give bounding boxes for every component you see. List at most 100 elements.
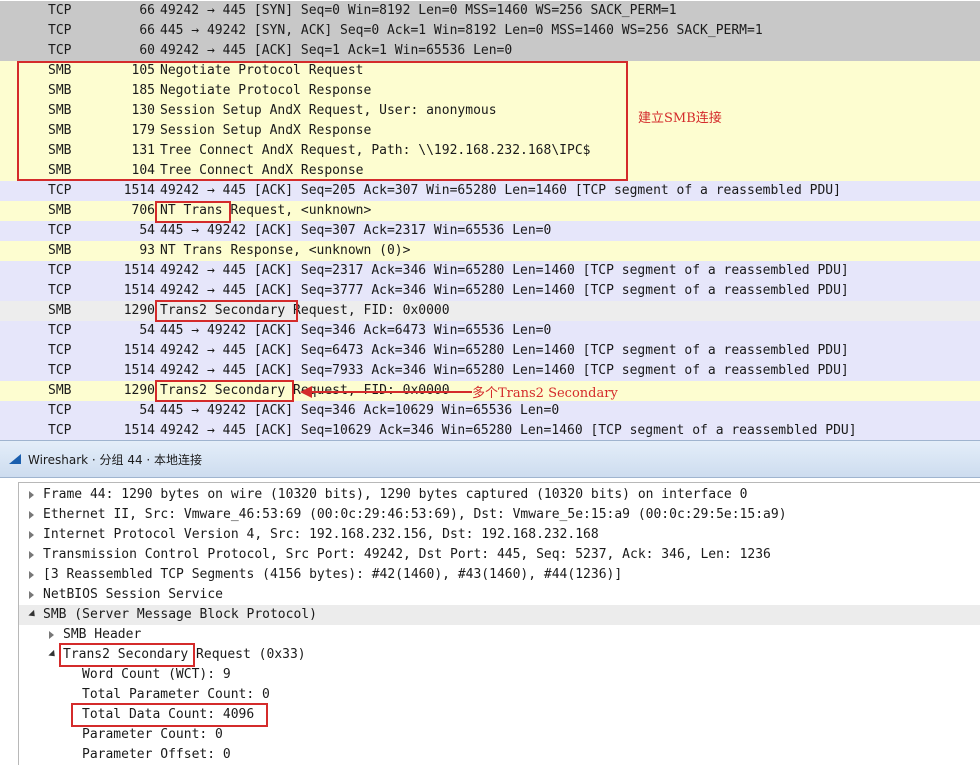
packet-info: 49242 → 445 [ACK] Seq=6473 Ack=346 Win=6… bbox=[160, 343, 849, 358]
detail-tree-label: Frame 44: 1290 bytes on wire (10320 bits… bbox=[43, 487, 748, 502]
detail-tree-label: [3 Reassembled TCP Segments (4156 bytes)… bbox=[43, 567, 623, 582]
packet-row[interactable]: TCP 1514 49242 → 445 [ACK] Seq=205 Ack=307… bbox=[0, 181, 980, 201]
collapsed-triangle-icon[interactable] bbox=[29, 551, 34, 559]
packet-row[interactable]: SMB 179 Session Setup AndX Response bbox=[0, 121, 980, 141]
packet-list: TCP 66 49242 → 445 [SYN] Seq=0 Win=8192 Le… bbox=[0, 0, 980, 440]
detail-window-titlebar: Wireshark · 分组 44 · 本地连接 bbox=[0, 440, 980, 478]
packet-protocol: TCP bbox=[48, 403, 72, 418]
packet-protocol: SMB bbox=[48, 123, 72, 138]
packet-row[interactable]: SMB 105 Negotiate Protocol Request bbox=[0, 61, 980, 81]
expanded-triangle-icon[interactable] bbox=[48, 649, 58, 660]
packet-info: Tree Connect AndX Request, Path: \\192.1… bbox=[160, 143, 591, 158]
packet-protocol: TCP bbox=[48, 363, 72, 378]
packet-info: 49242 → 445 [ACK] Seq=205 Ack=307 Win=65… bbox=[160, 183, 841, 198]
packet-protocol: TCP bbox=[48, 43, 72, 58]
packet-info: Session Setup AndX Response bbox=[160, 123, 372, 138]
window-title: Wireshark · 分组 44 · 本地连接 bbox=[28, 453, 203, 467]
detail-tree-label: Total Parameter Count: 0 bbox=[82, 687, 270, 702]
packet-info: NT Trans Request, <unknown> bbox=[160, 203, 372, 218]
packet-row[interactable]: TCP 54 445 → 49242 [ACK] Seq=307 Ack=2317 … bbox=[0, 221, 980, 241]
packet-info: Negotiate Protocol Request bbox=[160, 63, 364, 78]
packet-row[interactable]: TCP 1514 49242 → 445 [ACK] Seq=7933 Ack=34… bbox=[0, 361, 980, 381]
packet-protocol: TCP bbox=[48, 323, 72, 338]
packet-length: 130 bbox=[131, 103, 155, 118]
packet-row[interactable]: TCP 54 445 → 49242 [ACK] Seq=346 Ack=6473 … bbox=[0, 321, 980, 341]
packet-length: 1290 bbox=[123, 303, 155, 318]
annotation-multi-trans2: 多个Trans2 Secondary bbox=[472, 386, 618, 401]
packet-length: 179 bbox=[131, 123, 155, 138]
packet-row[interactable]: TCP 54 445 → 49242 [ACK] Seq=346 Ack=10629… bbox=[0, 401, 980, 421]
packet-info: Session Setup AndX Request, User: anonym… bbox=[160, 103, 497, 118]
packet-row[interactable]: TCP 60 49242 → 445 [ACK] Seq=1 Ack=1 Win=6… bbox=[0, 41, 980, 61]
packet-protocol: SMB bbox=[48, 103, 72, 118]
packet-length: 104 bbox=[131, 163, 155, 178]
packet-row[interactable]: SMB 93 NT Trans Response, <unknown (0)> bbox=[0, 241, 980, 261]
collapsed-triangle-icon[interactable] bbox=[49, 631, 54, 639]
packet-row[interactable]: SMB 185 Negotiate Protocol Response bbox=[0, 81, 980, 101]
packet-info: 49242 → 445 [ACK] Seq=7933 Ack=346 Win=6… bbox=[160, 363, 849, 378]
packet-row[interactable]: SMB 131 Tree Connect AndX Request, Path: \… bbox=[0, 141, 980, 161]
packet-row[interactable]: SMB 130 Session Setup AndX Request, User: … bbox=[0, 101, 980, 121]
packet-row[interactable]: TCP 1514 49242 → 445 [ACK] Seq=10629 Ack=3… bbox=[0, 421, 980, 440]
packet-row[interactable]: SMB 1290 Trans2 Secondary Request, FID: 0x… bbox=[0, 301, 980, 321]
detail-tree-label: Ethernet II, Src: Vmware_46:53:69 (00:0c… bbox=[43, 507, 787, 522]
expanded-triangle-icon[interactable] bbox=[28, 609, 38, 620]
packet-length: 66 bbox=[139, 3, 155, 18]
detail-tree-label: Internet Protocol Version 4, Src: 192.16… bbox=[43, 527, 599, 542]
packet-protocol: TCP bbox=[48, 343, 72, 358]
packet-info: Trans2 Secondary Request, FID: 0x0000 bbox=[160, 303, 450, 318]
detail-tree-label: Parameter Count: 0 bbox=[82, 727, 223, 742]
packet-info: Negotiate Protocol Response bbox=[160, 83, 372, 98]
collapsed-triangle-icon[interactable] bbox=[29, 491, 34, 499]
packet-protocol: SMB bbox=[48, 303, 72, 318]
packet-info: NT Trans Response, <unknown (0)> bbox=[160, 243, 411, 258]
packet-info: 445 → 49242 [SYN, ACK] Seq=0 Ack=1 Win=8… bbox=[160, 23, 763, 38]
detail-tree-label: Transmission Control Protocol, Src Port:… bbox=[43, 547, 771, 562]
detail-tree-label: Total Data Count: 4096 bbox=[82, 707, 255, 722]
packet-protocol: TCP bbox=[48, 223, 72, 238]
packet-length: 54 bbox=[139, 323, 155, 338]
detail-tree-item[interactable]: SMB (Server Message Block Protocol) bbox=[19, 605, 980, 625]
packet-info: 49242 → 445 [ACK] Seq=1 Ack=1 Win=65536 … bbox=[160, 43, 513, 58]
packet-length: 185 bbox=[131, 83, 155, 98]
packet-row[interactable]: TCP 1514 49242 → 445 [ACK] Seq=6473 Ack=34… bbox=[0, 341, 980, 361]
packet-protocol: SMB bbox=[48, 143, 72, 158]
packet-length: 1290 bbox=[123, 383, 155, 398]
packet-protocol: TCP bbox=[48, 23, 72, 38]
packet-info: 49242 → 445 [ACK] Seq=10629 Ack=346 Win=… bbox=[160, 423, 857, 438]
packet-info: 445 → 49242 [ACK] Seq=307 Ack=2317 Win=6… bbox=[160, 223, 552, 238]
annotation-arrow bbox=[300, 386, 472, 398]
packet-protocol: TCP bbox=[48, 3, 72, 18]
packet-length: 93 bbox=[139, 243, 155, 258]
packet-length: 1514 bbox=[123, 423, 155, 438]
packet-length: 1514 bbox=[123, 343, 155, 358]
packet-length: 105 bbox=[131, 63, 155, 78]
packet-length: 1514 bbox=[123, 263, 155, 278]
packet-info: 445 → 49242 [ACK] Seq=346 Ack=6473 Win=6… bbox=[160, 323, 552, 338]
collapsed-triangle-icon[interactable] bbox=[29, 571, 34, 579]
packet-protocol: TCP bbox=[48, 183, 72, 198]
detail-tree-label: Trans2 Secondary Request (0x33) bbox=[63, 647, 306, 662]
packet-protocol: SMB bbox=[48, 243, 72, 258]
packet-row[interactable]: SMB 104 Tree Connect AndX Response bbox=[0, 161, 980, 181]
packet-row[interactable]: SMB 706 NT Trans Request, <unknown> bbox=[0, 201, 980, 221]
packet-protocol: SMB bbox=[48, 203, 72, 218]
packet-protocol: TCP bbox=[48, 423, 72, 438]
packet-info: 49242 → 445 [ACK] Seq=3777 Ack=346 Win=6… bbox=[160, 283, 849, 298]
collapsed-triangle-icon[interactable] bbox=[29, 531, 34, 539]
packet-length: 706 bbox=[131, 203, 155, 218]
packet-row[interactable]: TCP 1514 49242 → 445 [ACK] Seq=3777 Ack=34… bbox=[0, 281, 980, 301]
packet-length: 66 bbox=[139, 23, 155, 38]
packet-length: 131 bbox=[131, 143, 155, 158]
collapsed-triangle-icon[interactable] bbox=[29, 511, 34, 519]
packet-row[interactable]: TCP 66 49242 → 445 [SYN] Seq=0 Win=8192 Le… bbox=[0, 1, 980, 21]
packet-info: 49242 → 445 [SYN] Seq=0 Win=8192 Len=0 M… bbox=[160, 3, 677, 18]
detail-tree-label: Word Count (WCT): 9 bbox=[82, 667, 231, 682]
packet-protocol: SMB bbox=[48, 163, 72, 178]
packet-info: 49242 → 445 [ACK] Seq=2317 Ack=346 Win=6… bbox=[160, 263, 849, 278]
packet-row[interactable]: TCP 1514 49242 → 445 [ACK] Seq=2317 Ack=34… bbox=[0, 261, 980, 281]
packet-details-tree: Frame 44: 1290 bytes on wire (10320 bits… bbox=[18, 482, 980, 765]
packet-row[interactable]: TCP 66 445 → 49242 [SYN, ACK] Seq=0 Ack=1 … bbox=[0, 21, 980, 41]
collapsed-triangle-icon[interactable] bbox=[29, 591, 34, 599]
detail-tree-label: SMB (Server Message Block Protocol) bbox=[43, 607, 317, 622]
